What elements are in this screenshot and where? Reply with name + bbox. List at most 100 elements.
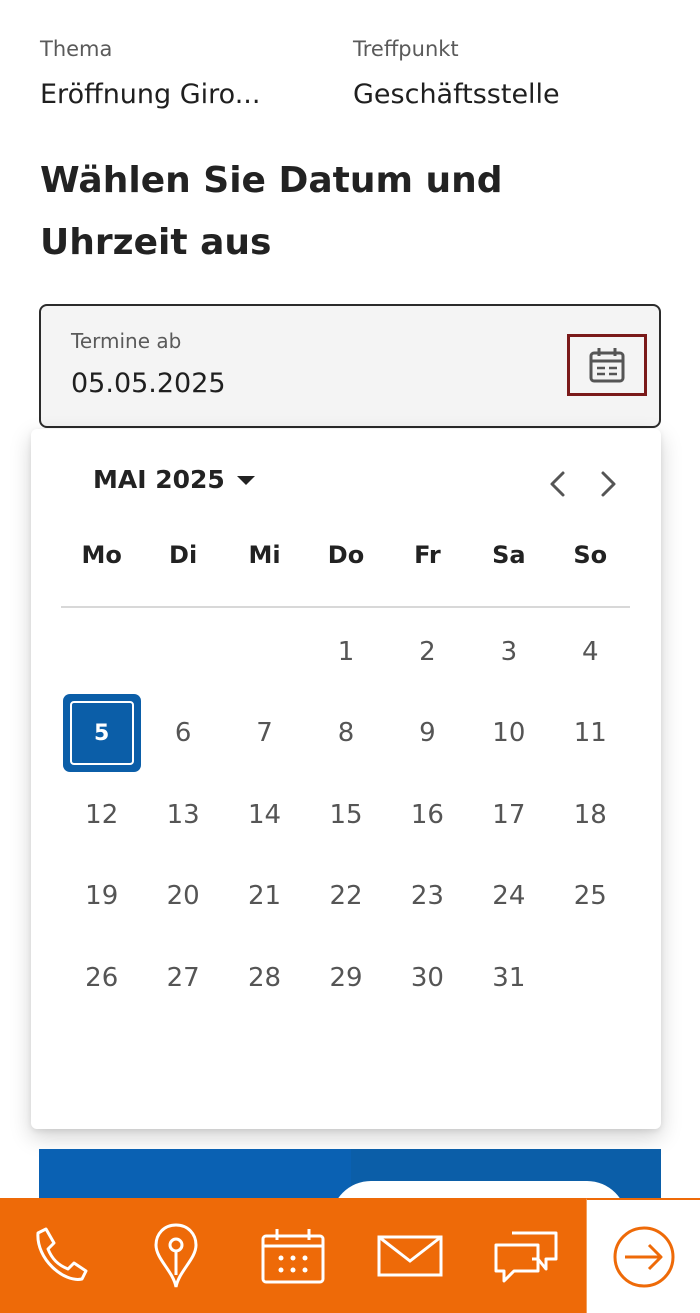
calendar-day-number: 24 [492,881,526,912]
phone-icon [35,1227,87,1281]
calendar-day-number: 27 [166,962,200,993]
login-button[interactable] [586,1198,700,1313]
calendar-day[interactable]: 9 [387,693,468,775]
mail-icon [377,1235,442,1276]
calendar-day[interactable]: 21 [224,856,305,938]
weekday-label: Sa [492,541,526,569]
chevron-right-icon[interactable] [593,467,623,501]
calendar-day-selected[interactable]: 5 [61,693,142,775]
month-year-label: MAI 2025 [93,465,225,494]
weekday-label: Di [169,541,198,569]
open-calendar-button[interactable] [567,334,647,396]
topic-value: Eröffnung Giro... [40,79,261,110]
calendar-day-number: 8 [337,718,355,749]
start-date-value[interactable]: 05.05.2025 [71,368,226,399]
start-date-field[interactable]: Termine ab 05.05.2025 [39,304,661,428]
calendar-day-number: 9 [419,718,436,749]
calendar-icon [261,1228,324,1283]
calendar-day-number: 15 [329,799,363,830]
calendar-day[interactable]: 8 [305,693,386,775]
page-heading: Wählen Sie Datum und Uhrzeit aus [40,160,503,263]
calendar-day[interactable]: 20 [142,856,223,938]
calendar-day[interactable]: 25 [550,856,631,938]
weekday-divider [61,606,630,608]
calendar-day-number: 20 [166,881,200,912]
appointment-button[interactable] [234,1198,351,1313]
location-label: Treffpunkt [353,37,459,61]
chat-button[interactable] [468,1198,586,1313]
calendar-day[interactable]: 23 [387,856,468,938]
arrow-right-circle-icon [613,1226,674,1287]
calendar-day[interactable]: 26 [61,937,142,1019]
calendar-day-number: 13 [166,799,200,830]
calendar-day-number: 30 [410,962,444,993]
calendar-day[interactable]: 6 [142,693,223,775]
calendar-day[interactable]: 24 [468,856,549,938]
calendar-day[interactable]: 2 [387,611,468,693]
location-info: Treffpunkt Geschäftsstelle [353,36,666,112]
calendar-day-number: 1 [337,636,355,667]
day-grid: 1 2 3 4 5 6 7 8 9 10 11 12 13 14 15 16 17 18 19 20 21 22 23 24 2… [61,611,631,1019]
calendar-day[interactable]: 3 [468,611,549,693]
calendar-day-number: 16 [410,799,444,830]
calendar-day[interactable]: 16 [387,774,468,856]
mail-button[interactable] [351,1198,468,1313]
calendar-day-number: 10 [492,718,526,749]
calendar-day[interactable]: 4 [550,611,631,693]
calendar-day-number: 12 [85,799,119,830]
calendar-day[interactable]: 13 [142,774,223,856]
calendar-day-number: 3 [500,636,518,667]
month-year-selector[interactable]: MAI 2025 [93,465,255,494]
calendar-day-number: 31 [492,962,526,993]
calendar-day-number: 14 [248,799,282,830]
calendar-day[interactable]: 29 [305,937,386,1019]
calendar-day-number: 7 [256,718,273,749]
calendar-day-number: 25 [573,881,607,912]
calendar-day-number: 6 [174,718,192,749]
calendar-day[interactable]: 15 [305,774,386,856]
calendar-day-number: 22 [329,881,363,912]
chat-icon [494,1231,558,1282]
location-button[interactable] [117,1198,234,1313]
location-pin-icon [153,1222,198,1287]
start-date-label: Termine ab [71,329,182,353]
calendar-empty-cell [224,611,305,693]
chevron-left-icon[interactable] [543,467,573,501]
appointment-summary: Thema Eröffnung Giro... Treffpunkt Gesch… [40,36,680,112]
calendar-day[interactable]: 14 [224,774,305,856]
calendar-day-number: 11 [573,718,607,749]
calendar-day[interactable]: 22 [305,856,386,938]
calendar-empty-cell [142,611,223,693]
date-picker-popup: MAI 2025 Mo Di Mi Do Fr Sa So 1234567891… [31,429,661,1129]
calendar-day-number: 28 [248,962,282,993]
calendar-day[interactable]: 11 [550,693,631,775]
calendar-day-number: 26 [85,962,119,993]
weekday-label: Fr [414,541,441,569]
calendar-day[interactable]: 30 [387,937,468,1019]
calendar-day[interactable]: 31 [468,937,549,1019]
calendar-day-number: 17 [492,799,526,830]
calendar-day-number: 4 [582,636,599,667]
weekday-label: Do [327,541,365,569]
calendar-day-number: 19 [85,881,119,912]
calendar-day-number: 21 [248,881,282,912]
weekday-label: Mo [81,541,122,569]
calendar-day-number: 18 [573,799,607,830]
phone-button[interactable] [0,1198,117,1313]
calendar-day[interactable]: 1 [305,611,386,693]
calendar-day[interactable]: 18 [550,774,631,856]
calendar-day[interactable]: 27 [142,937,223,1019]
calendar-day[interactable]: 7 [224,693,305,775]
calendar-day[interactable]: 28 [224,937,305,1019]
calendar-day-number: 23 [410,881,444,912]
calendar-day-number: 2 [419,636,436,667]
calendar-day-number: 5 [62,694,141,773]
caret-down-icon [236,476,255,485]
calendar-icon [589,348,625,383]
calendar-day[interactable]: 12 [61,774,142,856]
weekday-header: Mo Di Mi Do Fr Sa So [61,541,631,569]
topic-label: Thema [40,37,113,61]
calendar-day[interactable]: 10 [468,693,549,775]
calendar-day[interactable]: 19 [61,856,142,938]
calendar-day[interactable]: 17 [468,774,549,856]
